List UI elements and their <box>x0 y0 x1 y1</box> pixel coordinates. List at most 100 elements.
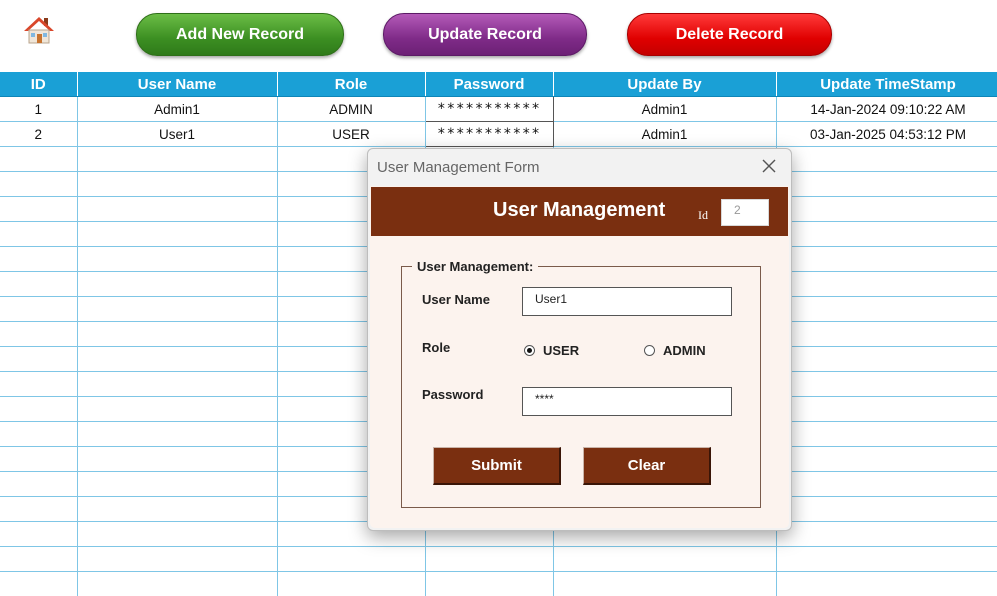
empty-cell[interactable] <box>0 421 78 447</box>
clear-button[interactable]: Clear <box>583 447 711 485</box>
empty-cell[interactable] <box>0 271 78 297</box>
cell-update-timestamp[interactable]: 03-Jan-2025 04:53:12 PM <box>776 121 997 147</box>
cell-update-by[interactable]: Admin1 <box>553 96 777 122</box>
update-record-button[interactable]: Update Record <box>383 13 587 56</box>
empty-cell[interactable] <box>776 446 997 472</box>
cell-password[interactable]: *********** <box>424 96 554 122</box>
empty-cell[interactable] <box>277 571 426 596</box>
password-label: Password <box>422 387 484 402</box>
user-management-frame: User Management: User Name User1 Role US… <box>401 259 761 508</box>
empty-cell[interactable] <box>77 246 278 272</box>
column-header-update-by[interactable]: Update By <box>553 72 777 97</box>
empty-cell[interactable] <box>0 146 78 172</box>
empty-cell[interactable] <box>776 346 997 372</box>
close-icon[interactable] <box>758 155 780 177</box>
empty-cell[interactable] <box>776 521 997 547</box>
empty-cell[interactable] <box>77 321 278 347</box>
empty-cell[interactable] <box>77 171 278 197</box>
empty-cell[interactable] <box>0 396 78 422</box>
empty-cell[interactable] <box>0 321 78 347</box>
add-new-record-button[interactable]: Add New Record <box>136 13 344 56</box>
empty-cell[interactable] <box>77 346 278 372</box>
empty-cell[interactable] <box>0 546 78 572</box>
column-header-update-timestamp[interactable]: Update TimeStamp <box>776 72 997 97</box>
cell-role[interactable]: ADMIN <box>277 96 426 122</box>
empty-cell[interactable] <box>0 221 78 247</box>
dialog-body: User Management Id 2 User Management: Us… <box>370 186 789 528</box>
table-header-row: ID User Name Role Password Update By Upd… <box>0 72 997 97</box>
empty-cell[interactable] <box>0 246 78 272</box>
empty-table-row[interactable] <box>0 546 997 572</box>
empty-cell[interactable] <box>0 521 78 547</box>
cell-id[interactable]: 2 <box>0 121 78 147</box>
empty-cell[interactable] <box>776 546 997 572</box>
empty-cell[interactable] <box>776 196 997 222</box>
empty-cell[interactable] <box>776 571 997 596</box>
empty-cell[interactable] <box>776 146 997 172</box>
column-header-user-name[interactable]: User Name <box>77 72 278 97</box>
empty-cell[interactable] <box>776 371 997 397</box>
empty-cell[interactable] <box>77 546 278 572</box>
cell-update-by[interactable]: Admin1 <box>553 121 777 147</box>
column-header-role[interactable]: Role <box>277 72 426 97</box>
empty-cell[interactable] <box>77 421 278 447</box>
empty-cell[interactable] <box>776 471 997 497</box>
empty-cell[interactable] <box>0 196 78 222</box>
cell-password[interactable]: *********** <box>424 121 554 147</box>
empty-cell[interactable] <box>776 246 997 272</box>
password-field[interactable]: **** <box>522 387 732 416</box>
empty-cell[interactable] <box>776 271 997 297</box>
empty-cell[interactable] <box>776 171 997 197</box>
empty-cell[interactable] <box>77 471 278 497</box>
empty-cell[interactable] <box>776 496 997 522</box>
empty-cell[interactable] <box>0 296 78 322</box>
column-header-id[interactable]: ID <box>0 72 78 97</box>
empty-cell[interactable] <box>77 571 278 596</box>
empty-cell[interactable] <box>0 171 78 197</box>
empty-cell[interactable] <box>77 221 278 247</box>
empty-cell[interactable] <box>77 521 278 547</box>
empty-cell[interactable] <box>0 346 78 372</box>
empty-table-row[interactable] <box>0 571 997 596</box>
dialog-title: User Management Form <box>377 159 540 176</box>
empty-cell[interactable] <box>77 371 278 397</box>
empty-cell[interactable] <box>0 371 78 397</box>
cell-user-name[interactable]: User1 <box>77 121 278 147</box>
empty-cell[interactable] <box>776 421 997 447</box>
dialog-titlebar[interactable]: User Management Form <box>368 149 791 185</box>
submit-button[interactable]: Submit <box>433 447 561 485</box>
home-icon[interactable] <box>22 14 56 46</box>
empty-cell[interactable] <box>776 296 997 322</box>
column-header-password[interactable]: Password <box>425 72 554 97</box>
empty-cell[interactable] <box>77 396 278 422</box>
delete-record-button[interactable]: Delete Record <box>627 13 832 56</box>
role-radio-user[interactable]: USER <box>524 343 579 358</box>
table-row[interactable]: 1 Admin1 ADMIN *********** Admin1 14-Jan… <box>0 96 997 122</box>
empty-cell[interactable] <box>0 571 78 596</box>
empty-cell[interactable] <box>77 296 278 322</box>
cell-update-timestamp[interactable]: 14-Jan-2024 09:10:22 AM <box>776 96 997 122</box>
empty-cell[interactable] <box>77 446 278 472</box>
empty-cell[interactable] <box>0 471 78 497</box>
cell-user-name[interactable]: Admin1 <box>77 96 278 122</box>
empty-cell[interactable] <box>77 196 278 222</box>
empty-cell[interactable] <box>553 571 777 596</box>
empty-cell[interactable] <box>77 146 278 172</box>
empty-cell[interactable] <box>77 496 278 522</box>
empty-cell[interactable] <box>425 571 554 596</box>
empty-cell[interactable] <box>77 271 278 297</box>
empty-cell[interactable] <box>0 496 78 522</box>
empty-cell[interactable] <box>776 321 997 347</box>
username-field[interactable]: User1 <box>522 287 732 316</box>
role-radio-admin[interactable]: ADMIN <box>644 343 706 358</box>
empty-cell[interactable] <box>553 546 777 572</box>
id-field[interactable]: 2 <box>721 199 769 226</box>
cell-role[interactable]: USER <box>277 121 426 147</box>
empty-cell[interactable] <box>776 396 997 422</box>
empty-cell[interactable] <box>776 221 997 247</box>
empty-cell[interactable] <box>0 446 78 472</box>
empty-cell[interactable] <box>277 546 426 572</box>
empty-cell[interactable] <box>425 546 554 572</box>
table-row[interactable]: 2 User1 USER *********** Admin1 03-Jan-2… <box>0 121 997 147</box>
cell-id[interactable]: 1 <box>0 96 78 122</box>
